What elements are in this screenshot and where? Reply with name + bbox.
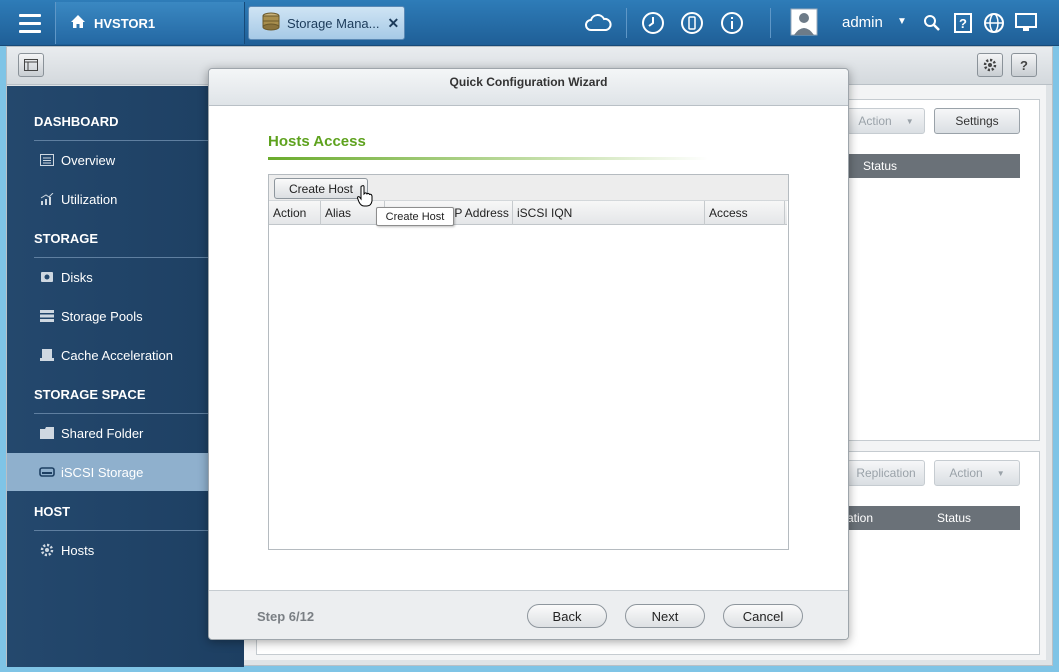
grid-header: Action Alias IP Address iSCSI IQN Access [269, 201, 787, 225]
overview-icon [39, 153, 55, 167]
create-host-tooltip: Create Host [376, 207, 454, 226]
section-dashboard: DASHBOARD [34, 114, 119, 129]
divider [626, 8, 627, 38]
section-title: Hosts Access [268, 133, 366, 150]
menu-icon[interactable] [8, 6, 52, 40]
monitor-icon[interactable] [1011, 8, 1041, 38]
storage-pools-icon [39, 309, 55, 323]
sidebar-item-label: Utilization [61, 191, 118, 207]
column-header-access[interactable]: Access [705, 201, 785, 225]
sidebar-item-label: Overview [61, 152, 116, 168]
settings-button[interactable]: Settings [934, 108, 1020, 134]
divider [268, 157, 708, 160]
disk-icon [39, 270, 55, 284]
cloud-icon[interactable] [583, 8, 613, 38]
replication-button[interactable]: Replication [847, 460, 925, 486]
storage-tab-label: Storage Mana... [287, 15, 380, 31]
utilization-icon [39, 192, 55, 206]
action-label: Action [858, 114, 892, 128]
home-tab-label: HVSTOR1 [94, 15, 156, 31]
iscsi-icon [39, 465, 55, 479]
home-tab[interactable]: HVSTOR1 [55, 2, 245, 44]
top-bar: HVSTOR1 Storage Mana... ✕ admin ▼ ? [0, 0, 1059, 46]
svg-text:?: ? [959, 16, 967, 31]
search-icon[interactable] [917, 8, 947, 38]
panel-toggle-icon[interactable] [18, 53, 44, 77]
tab-storage-manager[interactable]: Storage Mana... ✕ [248, 6, 405, 40]
folder-icon [39, 426, 55, 440]
divider [770, 8, 771, 38]
help-button[interactable]: ? [1011, 53, 1037, 77]
action-dropdown-2[interactable]: Action ▼ [934, 460, 1020, 486]
sidebar-item-label: iSCSI Storage [61, 464, 144, 480]
hosts-grid: Create Host Action Alias IP Address iSCS… [268, 174, 789, 550]
clock-icon[interactable] [638, 8, 668, 38]
section-host: HOST [34, 504, 71, 519]
sidebar-item-label: Hosts [61, 542, 95, 558]
next-button[interactable]: Next [625, 604, 705, 628]
section-storage: STORAGE [34, 231, 99, 246]
wizard-title: Quick Configuration Wizard [209, 69, 848, 106]
sync-icon[interactable] [677, 8, 707, 38]
help-icon[interactable]: ? [948, 8, 978, 38]
gear-icon [39, 543, 55, 557]
close-icon[interactable]: ✕ [388, 15, 400, 32]
cache-icon [39, 348, 55, 362]
user-avatar-icon[interactable] [789, 7, 819, 37]
chevron-down-icon: ▼ [996, 468, 1005, 478]
quick-configuration-wizard: Quick Configuration Wizard Hosts Access … [208, 68, 849, 640]
grid-toolbar: Create Host [269, 175, 788, 201]
wizard-footer: Step 6/12 Back Next Cancel [209, 590, 848, 639]
action-label: Action [949, 466, 983, 480]
back-button[interactable]: Back [527, 604, 607, 628]
status-column-header: Status [937, 511, 972, 525]
sidebar-item-label: Storage Pools [61, 308, 143, 324]
gear-icon[interactable] [977, 53, 1003, 77]
sidebar-item-label: Shared Folder [61, 425, 144, 441]
status-column-header: Status [847, 154, 1020, 178]
column-header: ation [847, 511, 874, 525]
lun-table-header: ation Status [847, 506, 1020, 530]
info-icon[interactable] [717, 8, 747, 38]
chevron-down-icon: ▼ [905, 116, 914, 126]
section-storage-space: STORAGE SPACE [34, 387, 146, 402]
step-indicator: Step 6/12 [257, 609, 315, 624]
globe-icon[interactable] [979, 8, 1009, 38]
sidebar-item-label: Cache Acceleration [61, 347, 174, 363]
column-header-iscsi-iqn[interactable]: iSCSI IQN [513, 201, 705, 225]
home-icon [70, 14, 86, 32]
action-dropdown[interactable]: Action ▼ [847, 108, 925, 134]
column-header-action[interactable]: Action [269, 201, 321, 225]
create-host-button[interactable]: Create Host [274, 178, 368, 199]
cancel-button[interactable]: Cancel [723, 604, 803, 628]
storage-app-icon [261, 12, 281, 35]
user-name[interactable]: admin [842, 14, 883, 31]
sidebar-item-label: Disks [61, 269, 93, 285]
chevron-down-icon[interactable]: ▼ [897, 16, 907, 27]
hand-cursor-icon [356, 185, 373, 210]
